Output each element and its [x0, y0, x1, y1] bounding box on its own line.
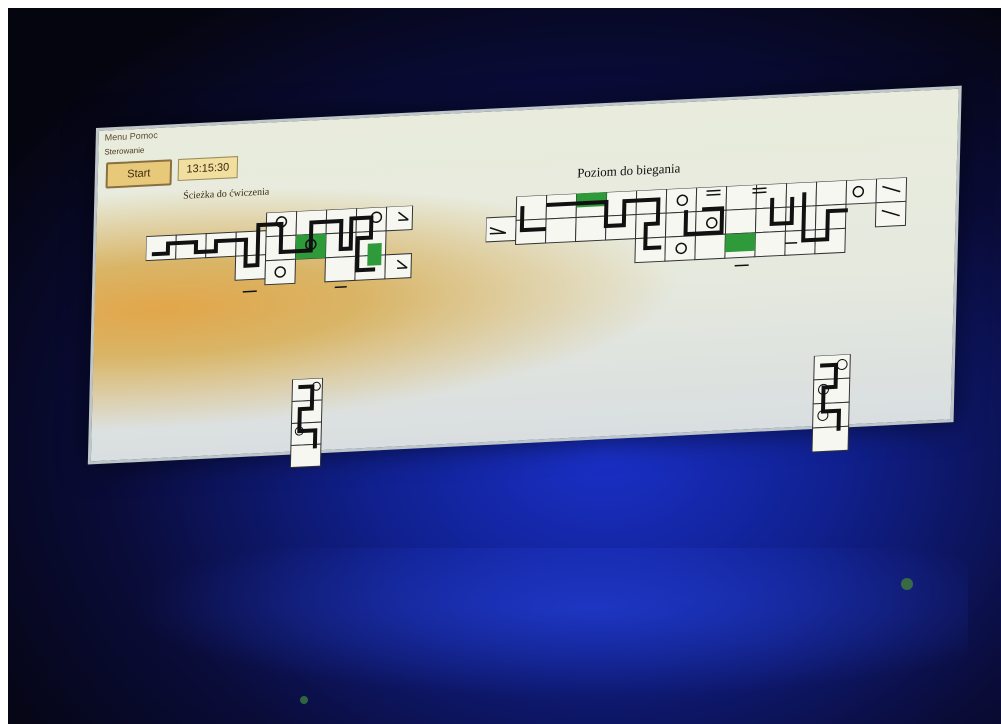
start-button[interactable]: Start — [105, 159, 173, 189]
run-spare-piece[interactable] — [808, 353, 861, 462]
status-led — [901, 578, 913, 590]
toolbar-label: Sterowanie — [104, 145, 145, 157]
run-level-board — [484, 176, 926, 293]
practice-level-title: Ścieżka do ćwiczenia — [183, 186, 270, 202]
run-level-title: Poziom do biegania — [576, 160, 681, 181]
timer-display: 13:15:30 — [177, 156, 239, 182]
practice-level-board — [145, 205, 417, 308]
practice-spare-piece[interactable] — [286, 377, 328, 475]
keyboard-glow — [128, 548, 968, 698]
app-window: Menu Pomoc Sterowanie Start 13:15:30 Ści… — [87, 85, 962, 469]
mouse-led — [300, 696, 308, 704]
